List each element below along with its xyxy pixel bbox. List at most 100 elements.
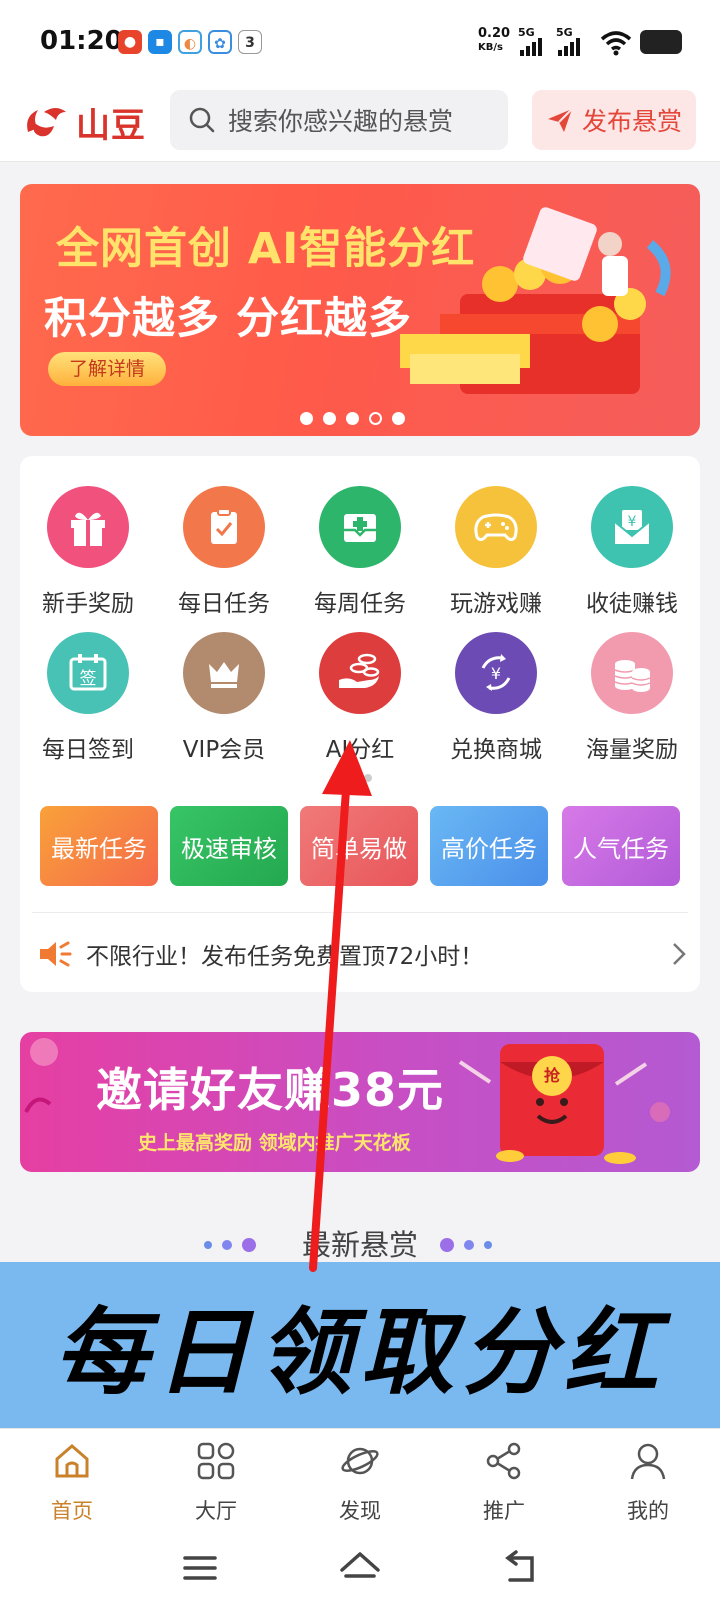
feature-newbie-reward[interactable]: 新手奖励: [20, 486, 156, 618]
feature-ai-dividend[interactable]: AI分红: [292, 632, 428, 764]
svg-text:签: 签: [80, 669, 97, 689]
feature-recruit-earn[interactable]: ¥ 收徒赚钱: [564, 486, 700, 618]
system-navigation-bar: [0, 1528, 720, 1608]
feature-label: VIP会员: [182, 737, 266, 763]
wifi-icon: [600, 31, 632, 56]
user-icon: [630, 1443, 666, 1480]
section-title: 最新悬赏: [301, 1228, 418, 1262]
app-notification-icon: ●: [118, 30, 142, 54]
latest-bounty-section-header: 最新悬赏: [0, 1222, 720, 1262]
feature-daily-signin[interactable]: 签 每日签到: [20, 632, 156, 764]
learn-more-button[interactable]: 了解详情: [48, 352, 166, 386]
send-icon: [547, 108, 573, 132]
status-time: 01:20: [40, 26, 123, 56]
coin-stack-icon: [591, 632, 673, 714]
feature-label: 玩游戏赚: [450, 591, 542, 617]
feature-label: 每日签到: [42, 737, 134, 763]
bottom-tab-bar: 首页 大厅 发现 推广 我的: [0, 1428, 720, 1528]
share-icon: [486, 1442, 521, 1480]
announcement-text: 不限行业！发布任务免费置顶72小时！: [86, 944, 484, 970]
feature-label: 收徒赚钱: [586, 591, 678, 617]
feature-label: 兑换商城: [450, 737, 542, 763]
app-logo: 山豆: [22, 96, 146, 148]
invite-title: 邀请好友赚38元: [96, 1063, 445, 1117]
gamepad-icon: [455, 486, 537, 568]
tab-hall[interactable]: 大厅: [144, 1441, 288, 1525]
net-speed-unit: KB/s: [478, 42, 503, 53]
status-bar: 01:20 ● ▪ ◐ ✿ 3 0.20 KB/s 5G 5G: [0, 0, 720, 86]
battery-icon: [640, 30, 682, 54]
divider: [32, 912, 688, 913]
banner-headline: 全网首创 AI智能分红: [56, 224, 476, 274]
grid-page-indicator: [364, 774, 372, 782]
hand-coins-icon: [319, 632, 401, 714]
publish-bounty-button[interactable]: 发布悬赏: [532, 90, 696, 150]
menu-icon[interactable]: [170, 1546, 230, 1590]
signal-icon: [558, 34, 580, 56]
tag-latest-tasks[interactable]: 最新任务: [40, 806, 158, 886]
tag-popular-tasks[interactable]: 人气任务: [562, 806, 680, 886]
section-dots-left: [204, 1238, 256, 1252]
speaker-icon: [40, 941, 72, 967]
crown-icon: [183, 632, 265, 714]
logo-text: 山豆: [76, 105, 146, 146]
feature-exchange-mall[interactable]: ¥ 兑换商城: [428, 632, 564, 764]
svg-text:¥: ¥: [491, 664, 501, 683]
medical-box-icon: [319, 486, 401, 568]
gift-icon: [47, 486, 129, 568]
tag-fast-review[interactable]: 极速审核: [170, 806, 288, 886]
feature-label: 海量奖励: [586, 737, 678, 763]
carousel-dot: [392, 412, 405, 425]
grid-icon: [197, 1442, 235, 1480]
feature-label: 每周任务: [314, 591, 406, 617]
tab-mine[interactable]: 我的: [576, 1441, 720, 1525]
announcement-bar[interactable]: 不限行业！发布任务免费置顶72小时！: [38, 926, 688, 982]
browser-notification-icon: ◐: [178, 30, 202, 54]
app-header: 山豆 搜索你感兴趣的悬赏 发布悬赏: [0, 86, 720, 162]
feature-game-earn[interactable]: 玩游戏赚: [428, 486, 564, 618]
carousel-dot: [300, 412, 313, 425]
feature-daily-task[interactable]: 每日任务: [156, 486, 292, 618]
feature-weekly-task[interactable]: 每周任务: [292, 486, 428, 618]
invite-subtitle: 史上最高奖励 领域内推广天花板: [138, 1132, 411, 1154]
tag-easy-tasks[interactable]: 简单易做: [300, 806, 418, 886]
signal-icon: [520, 34, 542, 56]
search-input[interactable]: 搜索你感兴趣的悬赏: [170, 90, 508, 150]
planet-icon: [341, 1447, 379, 1475]
feature-label: AI分红: [325, 737, 395, 763]
tab-discover[interactable]: 发现: [288, 1441, 432, 1525]
back-icon[interactable]: [490, 1546, 550, 1590]
home-icon: [55, 1444, 89, 1478]
feature-vip[interactable]: VIP会员: [156, 632, 292, 764]
carousel-dot: [323, 412, 336, 425]
carousel-dot: [346, 412, 359, 425]
baidu-notification-icon: ✿: [208, 30, 232, 54]
tab-home[interactable]: 首页: [0, 1441, 144, 1525]
task-tag-row: 最新任务 极速审核 简单易做 高价任务 人气任务: [40, 806, 680, 886]
feature-massive-reward[interactable]: 海量奖励: [564, 632, 700, 764]
tab-label: 发现: [339, 1499, 381, 1523]
publish-bounty-label: 发布悬赏: [581, 107, 682, 136]
tag-high-price-tasks[interactable]: 高价任务: [430, 806, 548, 886]
message-notification-icon: ▪: [148, 30, 172, 54]
section-dots-right: [440, 1238, 492, 1252]
promo-banner[interactable]: 全网首创 AI智能分红 积分越多 分红越多 了解详情: [20, 184, 700, 436]
search-icon: [189, 107, 215, 133]
tab-label: 大厅: [195, 1499, 237, 1523]
banner-subheadline: 积分越多 分红越多: [44, 294, 412, 344]
overlay-caption: 每日领取分红: [53, 1299, 666, 1408]
chevron-right-icon: [673, 943, 686, 965]
money-envelope-icon: ¥: [591, 486, 673, 568]
logo-mark-icon: [27, 108, 66, 137]
invite-friends-banner[interactable]: 抢 邀请好友赚38元 史上最高奖励 领域内推广天花板: [20, 1032, 700, 1172]
carousel-dot-active: [369, 412, 382, 425]
calendar-sign-icon: 签: [47, 632, 129, 714]
tab-label: 我的: [627, 1499, 669, 1523]
home-nav-icon[interactable]: [330, 1546, 390, 1590]
clipboard-icon: [183, 486, 265, 568]
feature-label: 每日任务: [178, 591, 270, 617]
feature-grid-card: 新手奖励 每日任务 每周任务 玩游戏赚 ¥ 收徒赚钱 签 每日签到 VIP会员 …: [20, 456, 700, 992]
notification-count-badge: 3: [238, 30, 262, 54]
tab-promote[interactable]: 推广: [432, 1441, 576, 1525]
overlay-caption-band: 每日领取分红: [0, 1262, 720, 1428]
